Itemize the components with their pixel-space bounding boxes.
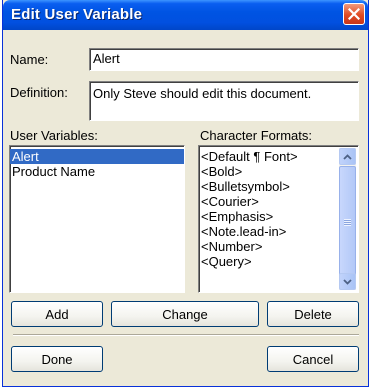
delete-button[interactable]: Delete [267, 301, 359, 327]
chevron-down-icon [343, 278, 352, 285]
grip-icon [344, 218, 351, 226]
name-field[interactable]: Alert [89, 48, 359, 71]
list-item[interactable]: <Emphasis> [199, 209, 358, 224]
list-item[interactable]: <Bulletsymbol> [199, 179, 358, 194]
list-item[interactable]: <Note.lead-in> [199, 224, 358, 239]
edit-user-variable-dialog: Edit User Variable Name: Alert Definitio… [2, 0, 369, 387]
cancel-button[interactable]: Cancel [267, 346, 359, 372]
list-item[interactable]: <Default ¶ Font> [199, 149, 358, 164]
definition-label: Definition: [10, 85, 68, 100]
user-variables-label: User Variables: [10, 128, 98, 143]
done-button[interactable]: Done [11, 346, 103, 372]
separator [13, 334, 359, 336]
list-item[interactable]: <Query> [199, 254, 358, 269]
add-button[interactable]: Add [11, 301, 103, 327]
character-formats-list[interactable]: <Default ¶ Font> <Bold> <Bulletsymbol> <… [198, 145, 359, 293]
list-item[interactable]: <Bold> [199, 164, 358, 179]
title-bar[interactable]: Edit User Variable [3, 0, 368, 30]
list-item[interactable]: <Number> [199, 239, 358, 254]
close-button[interactable] [343, 3, 365, 25]
scroll-down-button[interactable] [339, 273, 356, 290]
change-button[interactable]: Change [111, 301, 259, 327]
list-item[interactable]: Product Name [10, 164, 184, 179]
scroll-up-button[interactable] [339, 148, 356, 165]
dialog-title: Edit User Variable [11, 6, 143, 23]
definition-field[interactable]: Only Steve should edit this document. [89, 81, 359, 121]
character-formats-label: Character Formats: [200, 128, 312, 143]
list-item[interactable]: <Courier> [199, 194, 358, 209]
scroll-thumb[interactable] [339, 166, 356, 278]
user-variables-list[interactable]: Alert Product Name [9, 145, 185, 293]
close-icon [348, 8, 360, 20]
list-item[interactable]: Alert [10, 149, 184, 164]
name-label: Name: [10, 52, 49, 67]
chevron-up-icon [343, 153, 352, 160]
vertical-scrollbar[interactable] [339, 148, 356, 290]
